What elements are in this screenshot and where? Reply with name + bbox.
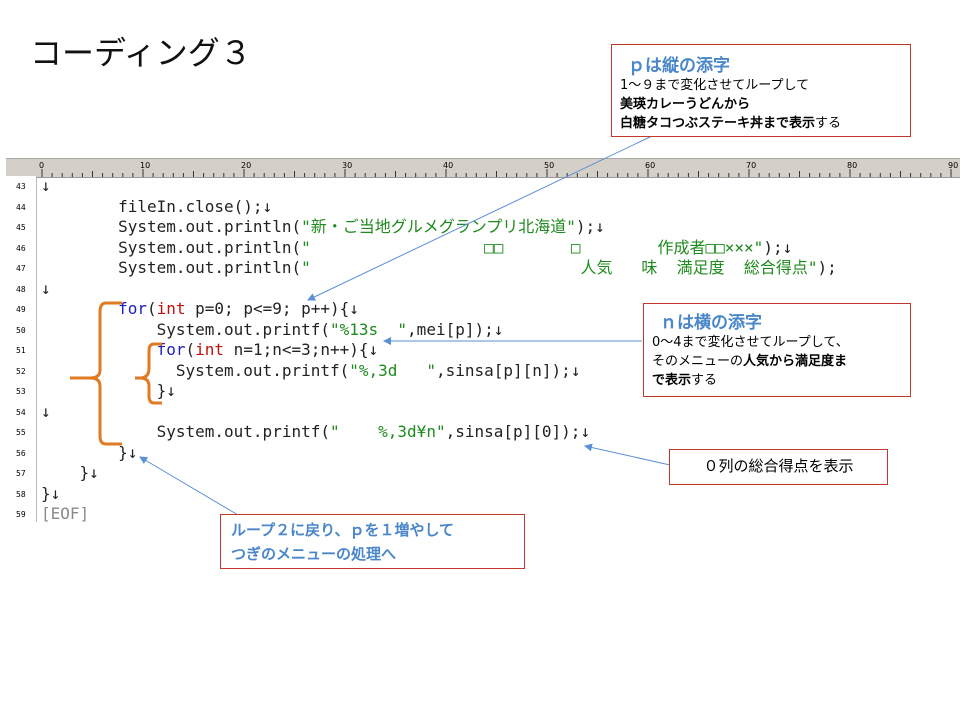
- callout-n-line1: 0～4まで変化させてループして、: [652, 335, 849, 350]
- callout-total-text: ０列の総合得点を表示: [703, 457, 854, 475]
- arrow-p: [307, 135, 653, 301]
- callout-n-line2-bold: 人気から満足度ま: [743, 354, 848, 369]
- callout-loop-line1: ループ２に戻り、ｐを１増やして: [231, 521, 455, 539]
- callout-n-index: ｎは横の添字 0～4まで変化させてループして、 そのメニューの人気から満足度ま …: [643, 303, 911, 397]
- callout-n-line3-bold: で表示: [652, 373, 692, 388]
- callout-loop-line2: つぎのメニューの処理へ: [231, 545, 397, 563]
- outer-loop-bracket: [70, 301, 122, 446]
- callout-p-title: ｐは縦の添字: [628, 56, 730, 76]
- callout-n-line2-pre: そのメニューの: [652, 354, 744, 369]
- callout-n-title: ｎは横の添字: [660, 313, 762, 333]
- callout-p-line2: 美瑛カレーうどんから: [620, 97, 751, 112]
- callout-p-index: ｐは縦の添字 1～９まで変化させてループして 美瑛カレーうどんから 白糖タコつぶ…: [611, 44, 911, 137]
- arrow-total: [584, 443, 671, 466]
- inner-loop-bracket: [135, 342, 162, 405]
- callout-p-line1: 1～９まで変化させてループして: [620, 78, 810, 93]
- callout-loop-return: ループ２に戻り、ｐを１増やして つぎのメニューの処理へ: [220, 514, 525, 569]
- callout-total: ０列の総合得点を表示: [669, 449, 888, 485]
- arrow-loop: [139, 456, 239, 516]
- callout-p-line3-bold: 白糖タコつぶステーキ丼まで表示: [620, 116, 816, 131]
- callout-n-line3-tail: する: [691, 373, 718, 388]
- callout-p-line3-tail: する: [815, 116, 842, 131]
